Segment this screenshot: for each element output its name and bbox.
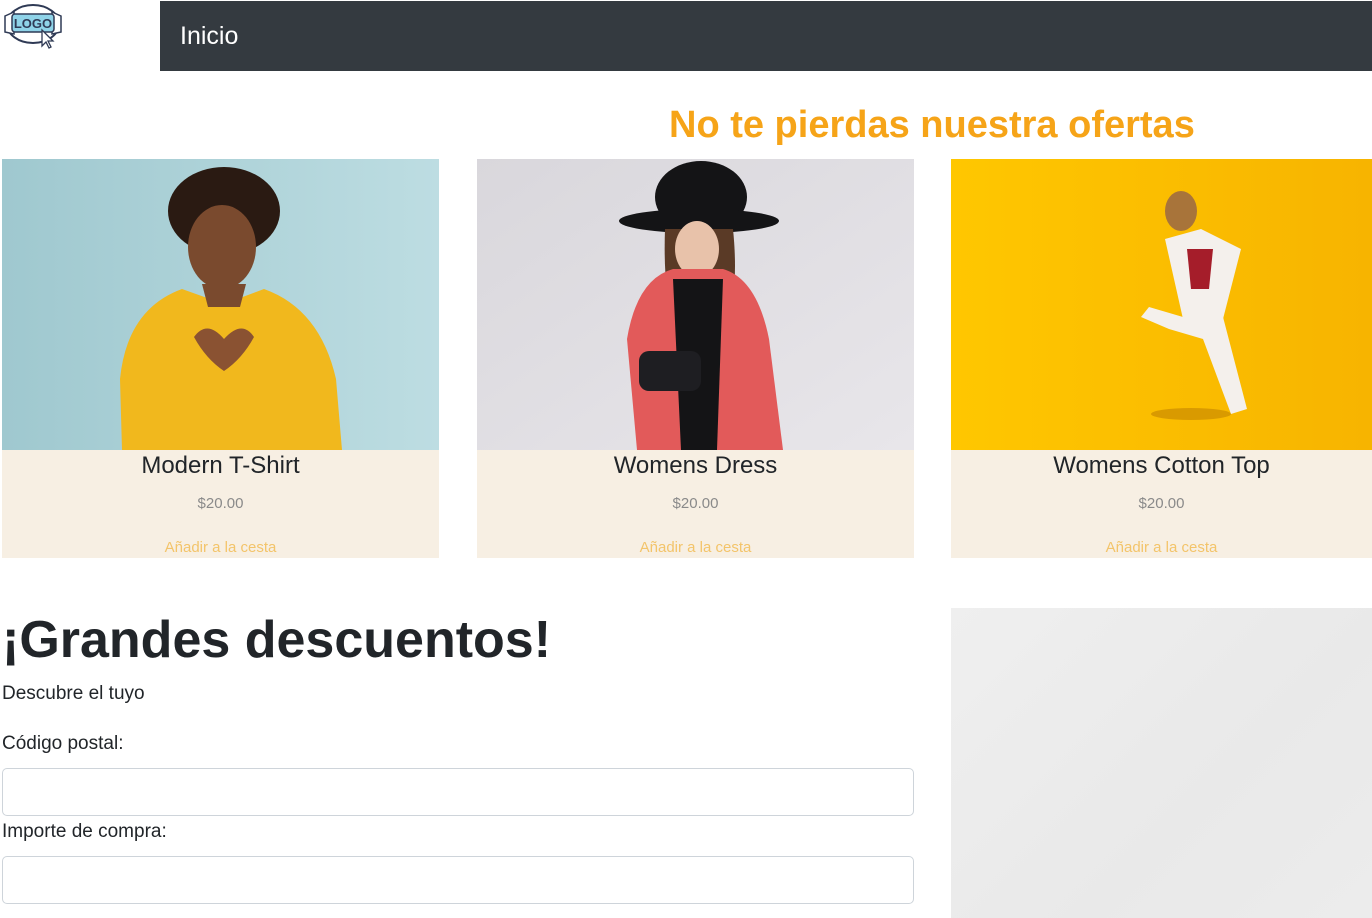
- product-name: Womens Dress: [613, 452, 778, 479]
- discounts-subtitle: Descubre el tuyo: [2, 683, 145, 704]
- add-to-cart-link[interactable]: Añadir a la cesta: [477, 539, 914, 556]
- side-image: [951, 608, 1372, 918]
- product-card: Womens Dress $20.00 Añadir a la cesta: [477, 159, 914, 558]
- postal-code-label: Código postal:: [2, 733, 124, 754]
- logo-text: LOGO: [14, 16, 52, 31]
- product-image: [477, 159, 914, 450]
- purchase-amount-label: Importe de compra:: [2, 821, 167, 842]
- product-card: Modern T-Shirt $20.00 Añadir a la cesta: [2, 159, 439, 558]
- product-price: $20.00: [197, 495, 244, 512]
- add-to-cart-link[interactable]: Añadir a la cesta: [2, 539, 439, 556]
- product-price: $20.00: [1138, 495, 1185, 512]
- promo-title: No te pierdas nuestra ofertas: [669, 104, 1195, 146]
- postal-code-input[interactable]: [2, 768, 914, 816]
- discounts-title: ¡Grandes descuentos!: [2, 611, 552, 669]
- add-to-cart-link[interactable]: Añadir a la cesta: [951, 539, 1372, 556]
- logo[interactable]: LOGO: [0, 0, 160, 71]
- product-image: [951, 159, 1372, 450]
- logo-icon: LOGO: [4, 4, 62, 49]
- purchase-amount-input[interactable]: [2, 856, 914, 904]
- product-price: $20.00: [672, 495, 719, 512]
- nav-link-inicio[interactable]: Inicio: [180, 22, 238, 51]
- navbar: Inicio: [160, 1, 1372, 71]
- product-image: [2, 159, 439, 450]
- product-name: Womens Cotton Top: [1053, 452, 1270, 479]
- product-card: Womens Cotton Top $20.00 Añadir a la ces…: [951, 159, 1372, 558]
- product-name: Modern T-Shirt: [141, 452, 300, 479]
